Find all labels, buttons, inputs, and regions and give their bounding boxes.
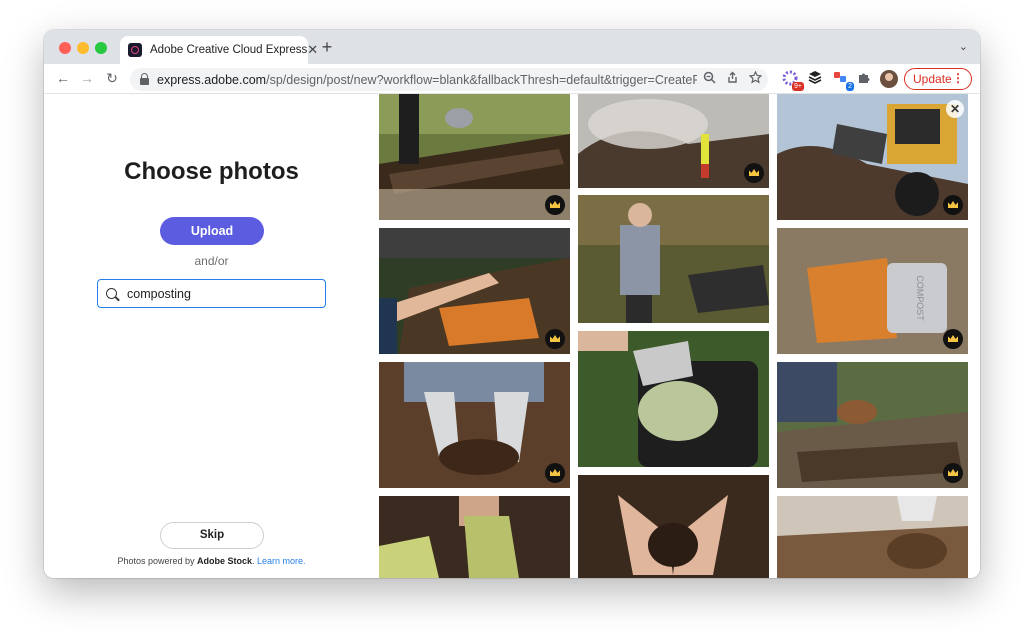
page-content: Choose photos Upload and/or composting S… [44,94,980,578]
photo-grid: ✕ COMPOST [379,94,980,578]
active-tab[interactable]: Adobe Creative Cloud Express ✕ [120,36,318,64]
photo-compost-bin-hand-scraps[interactable] [379,228,570,354]
url-path: /sp/design/post/new?workflow=blank&fallb… [266,72,697,87]
upload-button[interactable]: Upload [160,217,264,245]
extension-colored-icon[interactable]: 2 [831,70,854,91]
premium-crown-icon [943,329,963,349]
extension-badge: 2 [846,82,854,91]
credit-brand: Adobe Stock [197,556,253,566]
photo-gloved-hands-compost[interactable] [379,496,570,578]
url-text: express.adobe.com/sp/design/post/new?wor… [157,73,697,87]
more-menu-icon[interactable]: ⋮ [952,71,964,85]
photo-vegetable-peels-compost-pail[interactable]: COMPOST [777,228,968,354]
adobe-express-favicon-icon [128,43,142,57]
photo-compost-bed-watering[interactable] [379,94,570,220]
premium-crown-icon [545,195,565,215]
star-icon[interactable] [749,71,762,84]
lock-icon [140,72,149,85]
address-bar[interactable]: express.adobe.com/sp/design/post/new?wor… [130,68,768,91]
photo-raised-bed-bowl-scraps[interactable] [777,362,968,488]
compost-pail-text: COMPOST [915,275,925,321]
zoom-icon[interactable] [703,71,716,84]
choose-photos-panel: Choose photos Upload and/or composting S… [44,94,379,578]
learn-more-link[interactable]: Learn more. [257,556,306,566]
forward-arrow-icon[interactable]: → [78,70,96,86]
photo-steaming-compost-pile-worker[interactable] [578,94,769,188]
search-icon [106,288,117,299]
premium-crown-icon [744,163,764,183]
premium-crown-icon [545,463,565,483]
minimize-window-button[interactable] [77,42,89,54]
maximize-window-button[interactable] [95,42,107,54]
update-label: Update [913,72,952,86]
tab-title: Adobe Creative Cloud Express [150,44,308,56]
tab-strip: Adobe Creative Cloud Express ✕ + ⌄ [44,30,980,64]
tab-search-chevron-icon[interactable]: ⌄ [959,40,968,53]
profile-avatar[interactable] [880,70,898,88]
premium-crown-icon [545,329,565,349]
update-button[interactable]: Update ⋮ [904,68,972,90]
search-value: composting [127,286,191,301]
and-or-label: and/or [194,254,229,268]
photo-hands-holding-soil[interactable] [578,475,769,578]
photo-gloved-hand-dropping-compost[interactable] [777,496,968,578]
extension-badge: 9+ [792,82,804,91]
share-icon[interactable] [726,71,739,84]
photo-loader-turning-compost[interactable]: ✕ [777,94,968,220]
premium-crown-icon [943,463,963,483]
search-input[interactable]: composting [97,279,326,308]
premium-crown-icon [943,195,963,215]
new-tab-button[interactable]: + [316,37,338,58]
url-host: express.adobe.com [157,72,267,87]
browser-toolbar: ← → ↻ express.adobe.com/sp/design/post/n… [44,64,980,94]
puzzle-icon[interactable] [855,70,873,88]
credit-prefix: Photos powered by [117,556,197,566]
close-window-button[interactable] [59,42,71,54]
extension-flower-icon[interactable]: 9+ [781,70,804,91]
reload-icon[interactable]: ↻ [103,70,121,87]
back-arrow-icon[interactable]: ← [54,70,72,86]
stock-credit: Photos powered by Adobe Stock. Learn mor… [44,556,379,566]
photo-pouring-scraps-into-bin[interactable] [578,331,769,467]
close-icon[interactable]: ✕ [946,100,964,118]
stack-layers-icon[interactable] [806,70,824,88]
photo-boy-composting-garden[interactable] [578,195,769,323]
browser-window: Adobe Creative Cloud Express ✕ + ⌄ ← → ↻… [44,30,980,578]
page-title: Choose photos [124,158,299,185]
skip-button[interactable]: Skip [160,522,264,549]
photo-gloved-hands-wood-chips[interactable] [379,362,570,488]
